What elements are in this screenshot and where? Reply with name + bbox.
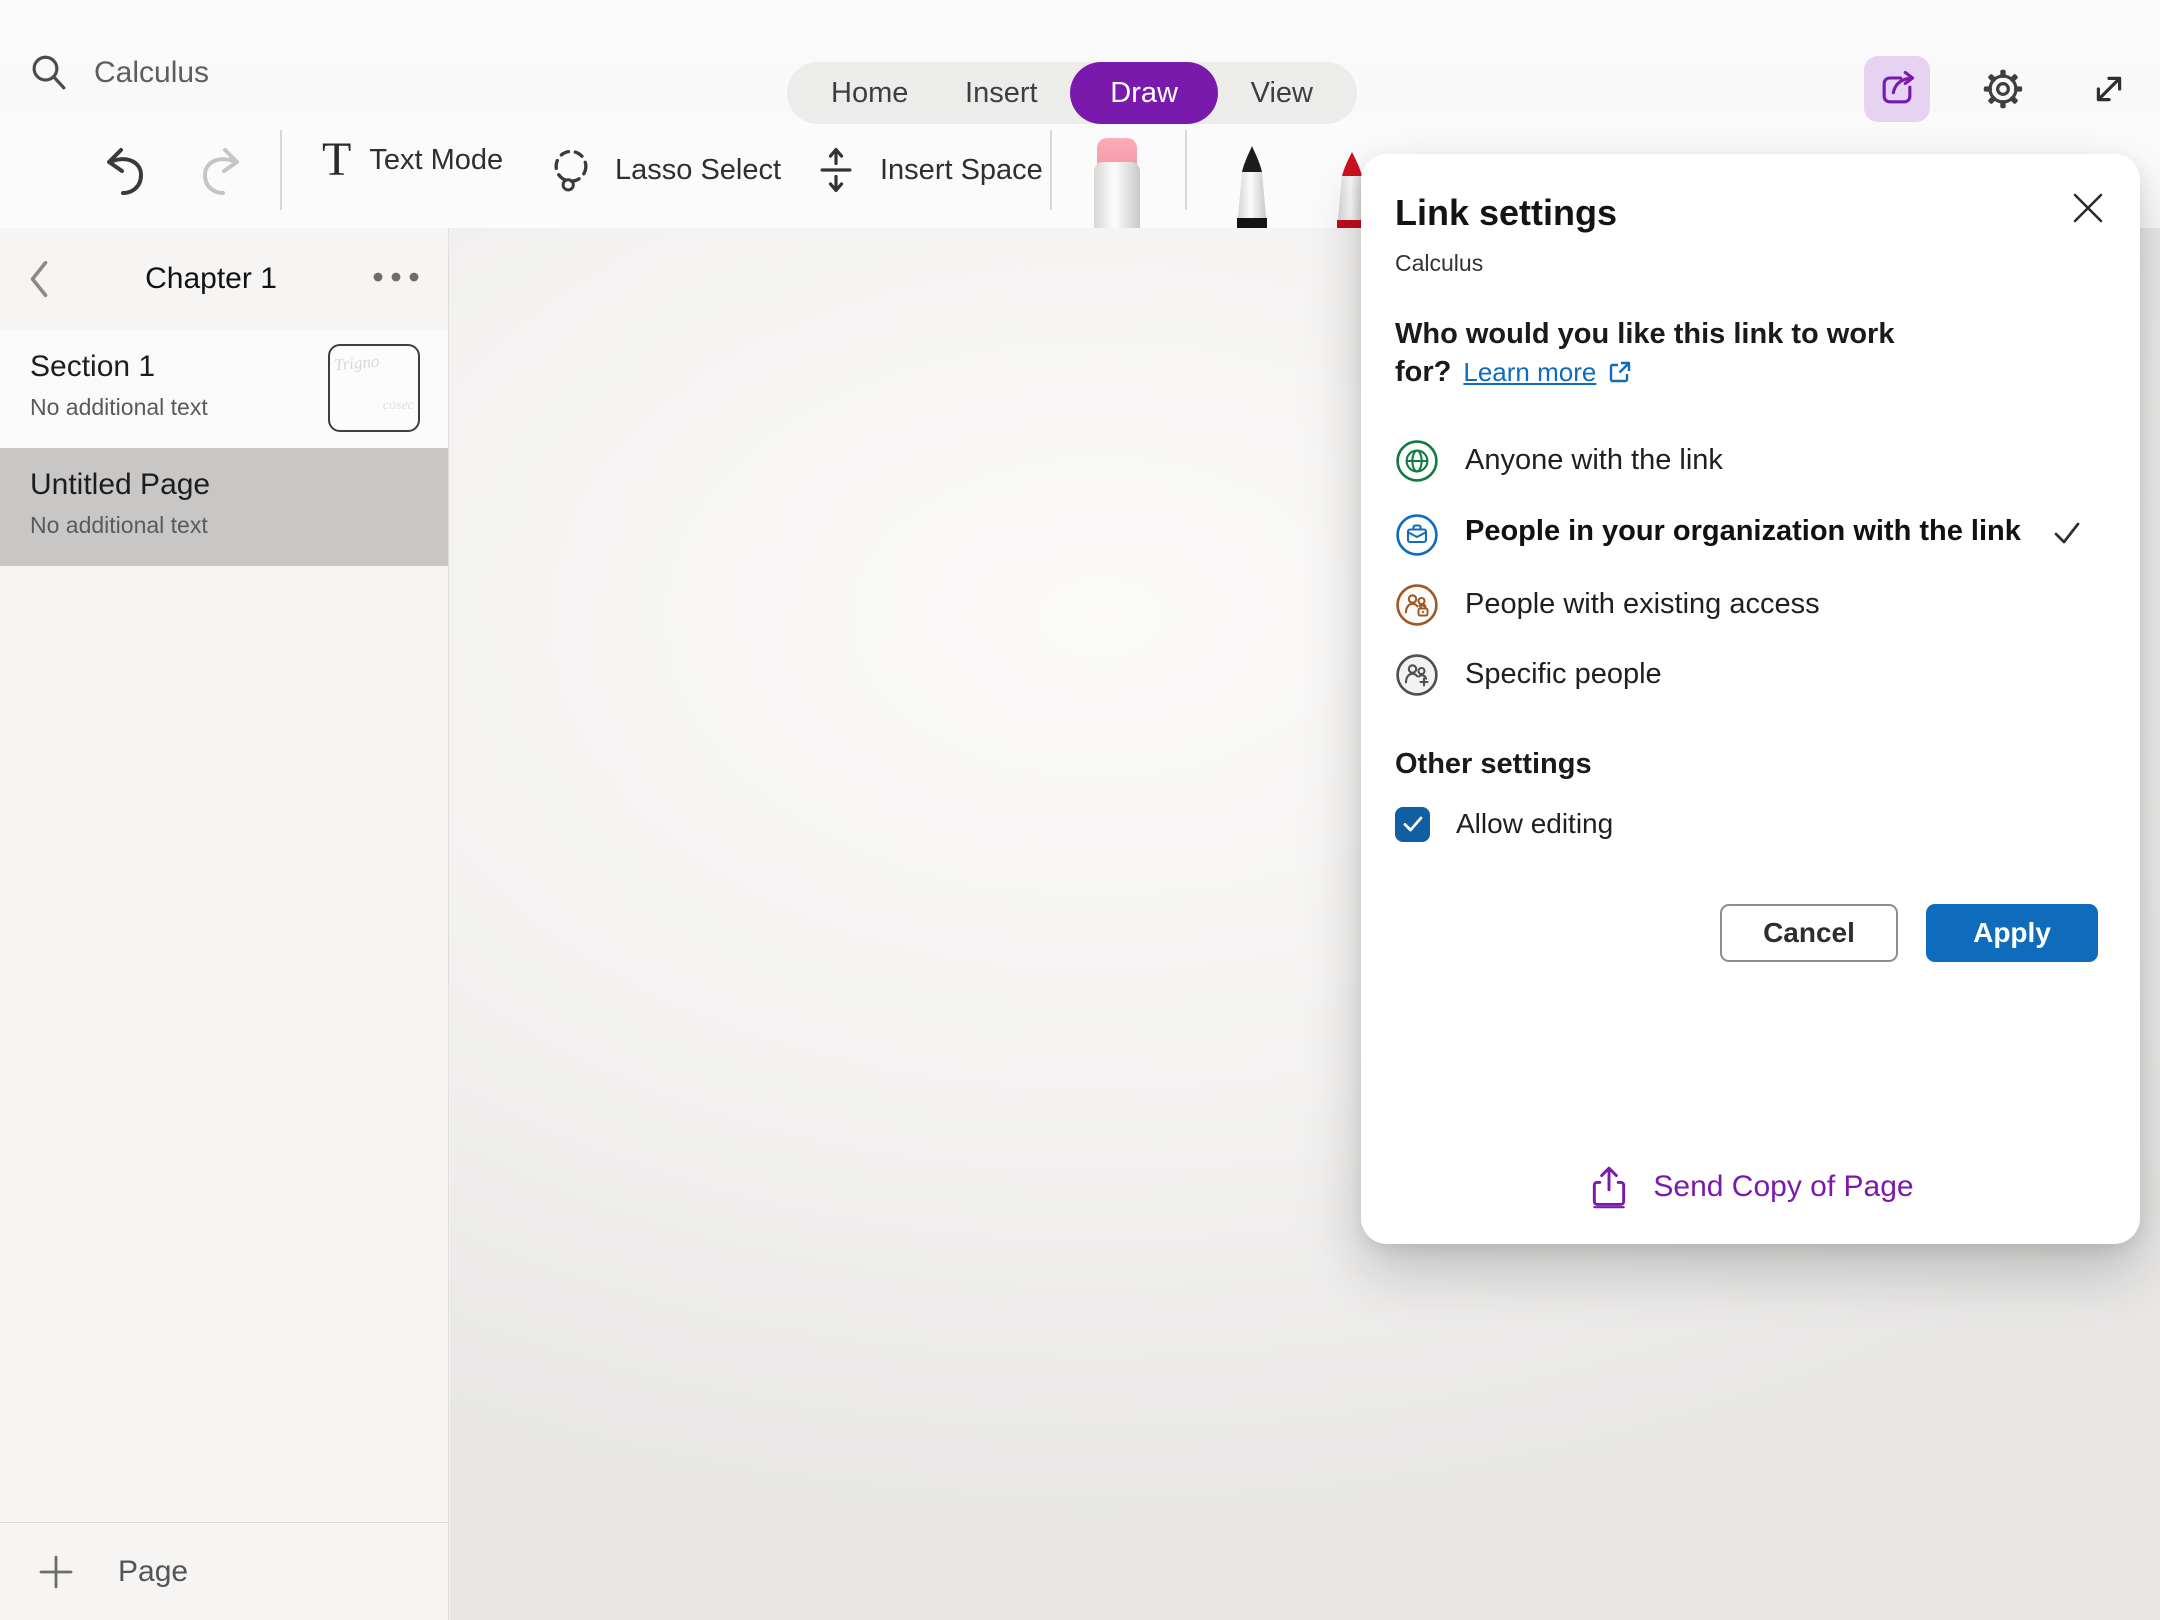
chevron-left-icon <box>26 256 52 302</box>
selected-check-icon <box>2051 517 2083 549</box>
notebook-title: Calculus <box>94 56 209 90</box>
search-icon <box>28 52 70 94</box>
question-line-2: for? <box>1395 353 1451 391</box>
section-title: Chapter 1 <box>52 262 370 296</box>
add-page-button[interactable]: Page <box>0 1522 448 1620</box>
undo-icon <box>100 142 156 198</box>
question-line-1: Who would you like this link to work <box>1395 315 2104 353</box>
settings-button[interactable] <box>1970 56 2036 122</box>
top-actions <box>1864 56 2142 122</box>
lasso-select-label: Lasso Select <box>615 154 781 187</box>
ribbon-tab-bar: Home Insert Draw View <box>787 62 1357 124</box>
gear-icon <box>1978 64 2028 114</box>
globe-icon <box>1395 439 1439 483</box>
insert-space-button[interactable]: Insert Space <box>810 144 1043 196</box>
allow-editing-label: Allow editing <box>1456 808 1613 840</box>
page-row-subtitle: No additional text <box>30 512 418 539</box>
link-audience-question: Who would you like this link to work for… <box>1395 315 2104 392</box>
thumbnail-handwriting: cosec <box>334 398 414 414</box>
option-people-in-organization[interactable]: People in your organization with the lin… <box>1395 496 2104 570</box>
notebook-search[interactable]: Calculus <box>28 52 209 94</box>
share-icon <box>1875 67 1919 111</box>
link-audience-options: Anyone with the link People in your orga… <box>1395 426 2104 710</box>
page-row-untitled-page[interactable]: Untitled Page No additional text <box>0 448 448 566</box>
learn-more-link[interactable]: Learn more <box>1463 355 1634 389</box>
text-mode-icon: T <box>322 136 351 184</box>
popover-actions: Cancel Apply <box>1395 904 2104 962</box>
option-label: Specific people <box>1465 658 2104 691</box>
people-lock-icon <box>1395 583 1439 627</box>
page-row-title: Untitled Page <box>30 468 418 502</box>
top-app-bar: Calculus Home Insert Draw View <box>0 0 2160 112</box>
redo-icon <box>190 142 246 198</box>
insert-space-icon <box>810 144 862 196</box>
ellipsis-icon <box>370 270 422 284</box>
insert-space-label: Insert Space <box>880 154 1043 187</box>
onenote-app: Calculus Home Insert Draw View <box>0 0 2160 1620</box>
lasso-select-button[interactable]: Lasso Select <box>545 144 781 196</box>
option-people-existing-access[interactable]: People with existing access <box>1395 570 2104 640</box>
lasso-icon <box>545 144 597 196</box>
expand-icon <box>2086 66 2132 112</box>
option-label: Anyone with the link <box>1465 444 2104 477</box>
text-mode-label: Text Mode <box>369 144 503 177</box>
other-settings-heading: Other settings <box>1395 748 2104 781</box>
page-thumbnail: Trigno cosec <box>328 344 420 432</box>
option-anyone-with-link[interactable]: Anyone with the link <box>1395 426 2104 496</box>
external-link-icon <box>1606 358 1634 386</box>
close-icon <box>2069 189 2107 227</box>
fullscreen-button[interactable] <box>2076 56 2142 122</box>
popover-notebook-name: Calculus <box>1395 250 2104 277</box>
tab-view[interactable]: View <box>1251 62 1313 124</box>
allow-editing-checkbox[interactable] <box>1395 807 1430 842</box>
text-mode-button[interactable]: T Text Mode <box>322 136 503 184</box>
briefcase-icon <box>1395 513 1439 557</box>
learn-more-label: Learn more <box>1463 355 1596 389</box>
plus-icon <box>36 1552 76 1592</box>
apply-button[interactable]: Apply <box>1926 904 2098 962</box>
tab-home[interactable]: Home <box>831 62 908 124</box>
allow-editing-row[interactable]: Allow editing <box>1395 807 2104 842</box>
section-more-button[interactable] <box>370 270 422 289</box>
share-upload-icon <box>1587 1164 1631 1210</box>
toolbar-divider <box>1050 130 1052 210</box>
person-add-icon <box>1395 653 1439 697</box>
send-copy-of-page-button[interactable]: Send Copy of Page <box>1361 1164 2140 1210</box>
checkmark-icon <box>1401 812 1425 836</box>
redo-button[interactable] <box>190 142 246 198</box>
share-button[interactable] <box>1864 56 1930 122</box>
back-button[interactable] <box>26 256 52 302</box>
link-settings-popover: Link settings Calculus Who would you lik… <box>1361 154 2140 1244</box>
option-label: People in your organization with the lin… <box>1465 509 2025 554</box>
add-page-label: Page <box>118 1555 188 1589</box>
page-row-section-1[interactable]: Section 1 No additional text Trigno cose… <box>0 330 448 448</box>
send-copy-label: Send Copy of Page <box>1653 1170 1913 1204</box>
pen-black-tool[interactable] <box>1228 144 1276 228</box>
close-button[interactable] <box>2064 184 2112 232</box>
popover-title: Link settings <box>1395 192 2104 234</box>
toolbar-divider <box>1185 130 1187 210</box>
eraser-tool[interactable] <box>1094 138 1140 228</box>
thumbnail-handwriting: Trigno <box>333 349 414 376</box>
cancel-button[interactable]: Cancel <box>1720 904 1898 962</box>
undo-button[interactable] <box>100 142 156 198</box>
page-list-sidebar: Chapter 1 Section 1 No additional text T… <box>0 228 449 1620</box>
tab-draw[interactable]: Draw <box>1070 62 1218 124</box>
sidebar-header: Chapter 1 <box>0 228 448 330</box>
eraser-body <box>1094 162 1140 228</box>
option-label: People with existing access <box>1465 588 2104 621</box>
toolbar-divider <box>280 130 282 210</box>
option-specific-people[interactable]: Specific people <box>1395 640 2104 710</box>
tab-insert[interactable]: Insert <box>965 62 1038 124</box>
